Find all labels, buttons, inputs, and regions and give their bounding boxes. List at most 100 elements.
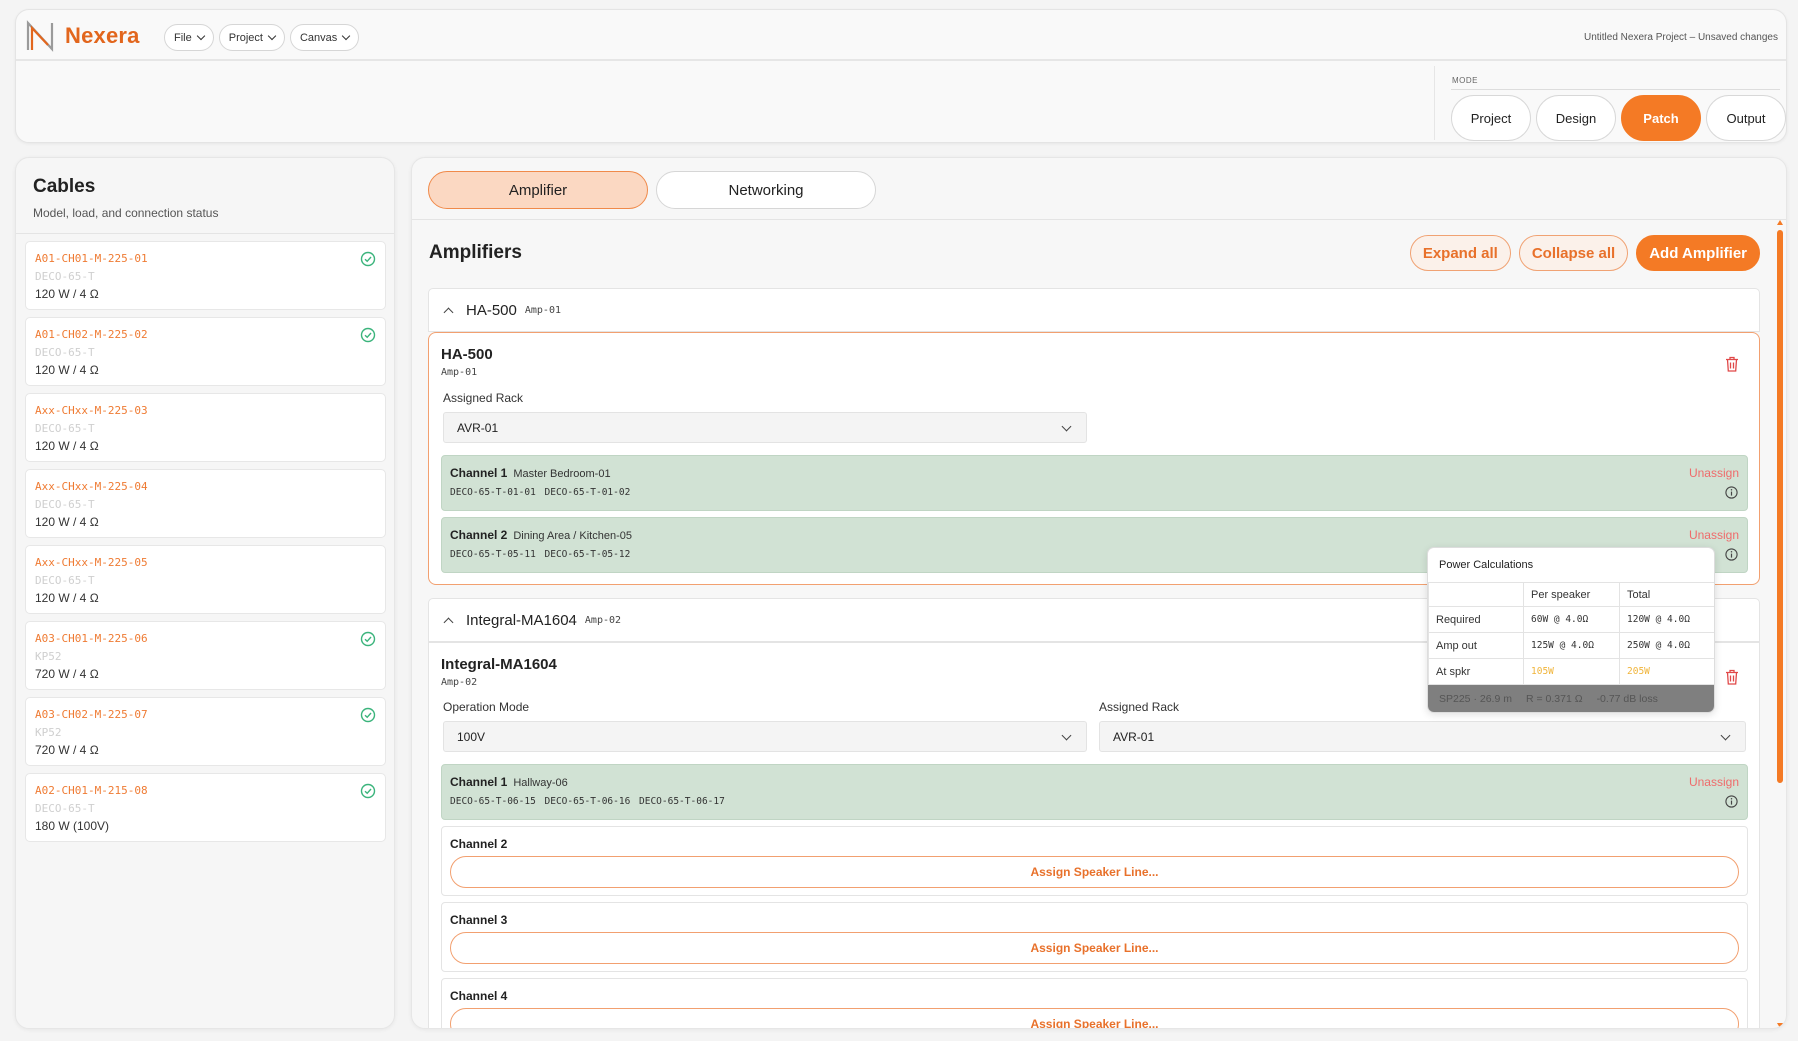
- trash-icon[interactable]: [1725, 669, 1739, 685]
- column-header: Total: [1619, 582, 1714, 607]
- cable-item[interactable]: Axx-CHxx-M-225-04 DECO-65-T 120 W / 4 Ω: [25, 469, 386, 538]
- tab-amplifier[interactable]: Amplifier: [428, 171, 648, 209]
- amp-header-toggle[interactable]: HA-500 Amp-01: [428, 288, 1760, 332]
- channel-name: Channel 2: [450, 837, 508, 851]
- page-title: Amplifiers: [429, 242, 522, 263]
- column-header: [1428, 582, 1524, 607]
- mode-label: MODE: [1452, 76, 1478, 85]
- mode-output-button[interactable]: Output: [1706, 95, 1786, 141]
- total-value: 250W @ 4.0Ω: [1619, 632, 1714, 659]
- unassign-button[interactable]: Unassign: [1689, 466, 1739, 480]
- column-header: Per speaker: [1523, 582, 1620, 607]
- chevron-down-icon: [267, 31, 277, 41]
- cable-item[interactable]: A01-CH01-M-225-01 DECO-65-T 120 W / 4 Ω: [25, 241, 386, 310]
- cable-id: A01-CH02-M-225-02: [35, 328, 148, 341]
- menu-project[interactable]: Project: [218, 24, 285, 51]
- app-name: Nexera: [65, 23, 140, 48]
- cable-model: DECO-65-T: [35, 802, 95, 815]
- cable-item[interactable]: A03-CH02-M-225-07 KP52 720 W / 4 Ω: [25, 697, 386, 766]
- chevron-down-icon: [196, 31, 205, 41]
- cable-model: DECO-65-T: [35, 498, 95, 511]
- scroll-up-arrow-icon[interactable]: [1777, 220, 1783, 225]
- app-logo: Nexera: [25, 20, 140, 52]
- cable-load: 120 W / 4 Ω: [35, 515, 99, 529]
- assign-speaker-line-button[interactable]: Assign Speaker Line...: [450, 856, 1739, 888]
- collapse-all-button[interactable]: Collapse all: [1518, 235, 1629, 271]
- operation-mode-select[interactable]: 100V: [443, 721, 1087, 752]
- add-amplifier-button[interactable]: Add Amplifier: [1636, 235, 1760, 271]
- operation-mode-value: 100V: [457, 729, 486, 744]
- mode-buttons: Project Design Patch Output: [1451, 95, 1786, 141]
- assigned-rack-value: AVR-01: [1113, 729, 1155, 744]
- cable-model: DECO-65-T: [35, 574, 95, 587]
- amp-header-model: HA-500: [466, 301, 517, 319]
- mode-patch-button[interactable]: Patch: [1621, 95, 1701, 141]
- menu-canvas[interactable]: Canvas: [289, 24, 360, 51]
- info-icon[interactable]: [1725, 795, 1738, 808]
- scrollbar[interactable]: [1776, 218, 1784, 1028]
- assign-speaker-line-button[interactable]: Assign Speaker Line...: [450, 1008, 1739, 1028]
- channel-name: Channel 1: [450, 775, 508, 789]
- cable-item[interactable]: Axx-CHxx-M-225-05 DECO-65-T 120 W / 4 Ω: [25, 545, 386, 614]
- channel-name: Channel 4: [450, 989, 508, 1003]
- menu-file[interactable]: File: [164, 24, 214, 51]
- assigned-rack-value: AVR-01: [457, 420, 499, 435]
- table-header-row: Per speaker Total: [1428, 582, 1714, 607]
- mode-switcher: MODE Project Design Patch Output: [1434, 66, 1786, 141]
- chevron-up-icon: [443, 307, 454, 317]
- info-icon[interactable]: [1725, 548, 1738, 561]
- mode-project-button[interactable]: Project: [1451, 95, 1531, 141]
- unassign-button[interactable]: Unassign: [1689, 775, 1739, 789]
- document-status: Untitled Nexera Project – Unsaved change…: [1584, 32, 1778, 43]
- cable-load: 120 W / 4 Ω: [35, 591, 99, 605]
- amp-header-tag: Amp-01: [524, 304, 561, 316]
- chevron-up-icon: [443, 617, 454, 627]
- cable-id: A03-CH01-M-225-06: [35, 632, 148, 645]
- channel-title: Channel 2 Dining Area / Kitchen-05: [450, 528, 632, 542]
- table-row: Amp out 125W @ 4.0Ω 250W @ 4.0Ω: [1428, 632, 1714, 659]
- expand-all-button[interactable]: Expand all: [1409, 235, 1511, 271]
- cable-item[interactable]: Axx-CHxx-M-225-03 DECO-65-T 120 W / 4 Ω: [25, 393, 386, 462]
- chevron-down-icon: [342, 31, 351, 41]
- nexera-logo-icon: [26, 20, 54, 52]
- channel-title: Channel 1 Master Bedroom-01: [450, 466, 611, 480]
- amp-header-model: Integral-MA1604: [466, 611, 577, 629]
- chevron-down-icon: [1061, 730, 1072, 741]
- cable-id: Axx-CHxx-M-225-05: [35, 556, 148, 569]
- assigned-rack-select[interactable]: AVR-01: [443, 412, 1087, 443]
- per-speaker-value: 60W @ 4.0Ω: [1523, 606, 1620, 633]
- cable-item[interactable]: A01-CH02-M-225-02 DECO-65-T 120 W / 4 Ω: [25, 317, 386, 386]
- menu-project-label: Project: [228, 31, 263, 44]
- scroll-down-arrow-icon[interactable]: [1777, 1023, 1783, 1028]
- assign-speaker-line-button[interactable]: Assign Speaker Line...: [450, 932, 1739, 964]
- assigned-rack-select[interactable]: AVR-01: [1099, 721, 1746, 752]
- row-label: At spkr: [1428, 658, 1524, 685]
- table-row: At spkr 105W 205W: [1428, 658, 1714, 685]
- channel-speakers: DECO-65-T-05-11 DECO-65-T-05-12: [450, 549, 631, 560]
- row-label: Amp out: [1428, 632, 1524, 659]
- channel-row[interactable]: Channel 1 Hallway-06 DECO-65-T-06-15 DECO…: [441, 764, 1748, 820]
- channel-row[interactable]: Channel 1 Master Bedroom-01 DECO-65-T-01-…: [441, 455, 1748, 511]
- cable-id: A02-CH01-M-215-08: [35, 784, 148, 797]
- total-value: 120W @ 4.0Ω: [1619, 606, 1714, 633]
- cable-item[interactable]: A03-CH01-M-225-06 KP52 720 W / 4 Ω: [25, 621, 386, 690]
- tab-networking[interactable]: Networking: [656, 171, 876, 209]
- unassign-button[interactable]: Unassign: [1689, 528, 1739, 542]
- cable-id: Axx-CHxx-M-225-04: [35, 480, 148, 493]
- assigned-rack-label: Assigned Rack: [443, 391, 524, 405]
- assigned-rack-label: Assigned Rack: [1099, 700, 1180, 714]
- cable-item[interactable]: A02-CH01-M-215-08 DECO-65-T 180 W (100V): [25, 773, 386, 842]
- info-icon[interactable]: [1725, 486, 1738, 499]
- cable-loss: -0.77 dB loss: [1596, 692, 1658, 705]
- menu-file-label: File: [174, 31, 192, 44]
- check-circle-icon: [360, 707, 376, 723]
- amp-tag: Amp-01: [441, 367, 478, 378]
- cable-model: DECO-65-T: [35, 270, 95, 283]
- check-circle-icon: [360, 631, 376, 647]
- channel-row-empty: Channel 3 Assign Speaker Line...: [441, 902, 1748, 972]
- trash-icon[interactable]: [1725, 356, 1739, 372]
- cable-id: A03-CH02-M-225-07: [35, 708, 148, 721]
- scrollbar-thumb[interactable]: [1777, 230, 1783, 783]
- channel-speakers: DECO-65-T-01-01 DECO-65-T-01-02: [450, 487, 631, 498]
- mode-design-button[interactable]: Design: [1536, 95, 1616, 141]
